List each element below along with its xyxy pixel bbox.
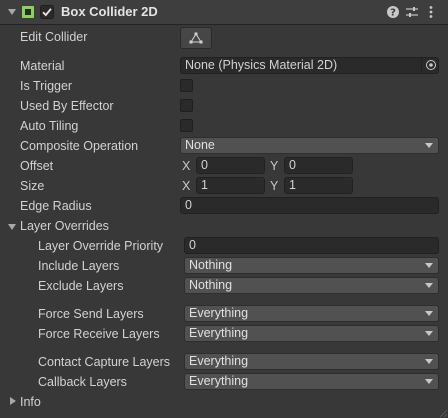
- edge-radius-label: Edge Radius: [20, 199, 92, 213]
- component-enabled-checkbox[interactable]: [40, 5, 54, 19]
- used-by-effector-label: Used By Effector: [20, 99, 114, 113]
- box-collider-icon: [22, 6, 34, 18]
- size-x-value: 1: [201, 178, 208, 192]
- exclude-layers-dropdown[interactable]: Nothing: [184, 277, 439, 294]
- material-value: None (Physics Material 2D): [185, 58, 338, 72]
- component-title: Box Collider 2D: [61, 4, 158, 19]
- composite-operation-value: None: [185, 138, 215, 152]
- edge-radius-value: 0: [185, 198, 192, 212]
- inspector-panel: Box Collider 2D ? Edit Collider Material: [0, 0, 448, 418]
- auto-tiling-checkbox[interactable]: [180, 119, 193, 132]
- contact-capture-layers-value: Everything: [189, 354, 249, 368]
- force-send-layers-dropdown[interactable]: Everything: [184, 305, 439, 322]
- size-y-label: Y: [270, 179, 279, 193]
- include-layers-label: Include Layers: [38, 259, 120, 273]
- force-send-layers-value: Everything: [189, 306, 249, 320]
- layer-override-priority-field[interactable]: 0: [184, 237, 439, 254]
- material-field[interactable]: None (Physics Material 2D): [180, 57, 439, 74]
- callback-layers-value: Everything: [189, 374, 249, 388]
- target-icon: [426, 60, 436, 70]
- dropdown-arrow-icon: [425, 359, 433, 364]
- offset-y-field[interactable]: 0: [284, 157, 353, 174]
- dropdown-arrow-icon: [425, 283, 433, 288]
- offset-x-label: X: [182, 159, 191, 173]
- force-receive-layers-value: Everything: [189, 326, 249, 340]
- contact-capture-layers-dropdown[interactable]: Everything: [184, 353, 439, 370]
- dropdown-arrow-icon: [425, 379, 433, 384]
- composite-operation-dropdown[interactable]: None: [180, 137, 439, 154]
- material-label: Material: [20, 59, 65, 73]
- used-by-effector-checkbox[interactable]: [180, 99, 193, 112]
- exclude-layers-label: Exclude Layers: [38, 279, 124, 293]
- force-send-layers-label: Force Send Layers: [38, 307, 144, 321]
- composite-operation-label: Composite Operation: [20, 139, 139, 153]
- svg-text:?: ?: [390, 8, 396, 19]
- help-icon[interactable]: ?: [386, 5, 400, 19]
- offset-y-value: 0: [289, 158, 296, 172]
- auto-tiling-label: Auto Tiling: [20, 119, 79, 133]
- edit-collider-icon: [189, 32, 203, 44]
- info-foldout-icon[interactable]: [10, 397, 16, 405]
- dropdown-arrow-icon: [425, 263, 433, 268]
- component-header[interactable]: Box Collider 2D ?: [0, 0, 448, 25]
- kebab-menu-icon[interactable]: [426, 5, 436, 19]
- is-trigger-label: Is Trigger: [20, 79, 73, 93]
- size-x-label: X: [182, 179, 191, 193]
- offset-label: Offset: [20, 159, 54, 173]
- include-layers-value: Nothing: [189, 258, 233, 272]
- include-layers-dropdown[interactable]: Nothing: [184, 257, 439, 274]
- dropdown-arrow-icon: [425, 143, 433, 148]
- resize-grip-icon[interactable]: [438, 408, 448, 418]
- contact-capture-layers-label: Contact Capture Layers: [38, 355, 171, 369]
- offset-x-field[interactable]: 0: [196, 157, 265, 174]
- size-y-value: 1: [289, 178, 296, 192]
- layer-overrides-foldout-icon[interactable]: [8, 224, 16, 230]
- callback-layers-dropdown[interactable]: Everything: [184, 373, 439, 390]
- size-y-field[interactable]: 1: [284, 177, 353, 194]
- size-x-field[interactable]: 1: [196, 177, 265, 194]
- dropdown-arrow-icon: [425, 311, 433, 316]
- edge-radius-field[interactable]: 0: [180, 197, 439, 214]
- size-label: Size: [20, 179, 45, 193]
- object-picker-button[interactable]: [421, 57, 439, 74]
- exclude-layers-value: Nothing: [189, 278, 233, 292]
- dropdown-arrow-icon: [425, 331, 433, 336]
- offset-x-value: 0: [201, 158, 208, 172]
- force-receive-layers-dropdown[interactable]: Everything: [184, 325, 439, 342]
- component-foldout-icon[interactable]: [8, 9, 16, 15]
- layer-override-priority-value: 0: [189, 238, 196, 252]
- layer-overrides-label[interactable]: Layer Overrides: [20, 218, 109, 234]
- force-receive-layers-label: Force Receive Layers: [38, 327, 160, 341]
- edit-collider-label: Edit Collider: [20, 30, 88, 44]
- info-label[interactable]: Info: [20, 394, 41, 410]
- layer-override-priority-label: Layer Override Priority: [38, 239, 164, 253]
- offset-y-label: Y: [270, 159, 279, 173]
- sliders-icon[interactable]: [405, 5, 419, 19]
- edit-collider-button[interactable]: [180, 27, 212, 49]
- is-trigger-checkbox[interactable]: [180, 79, 193, 92]
- callback-layers-label: Callback Layers: [38, 375, 127, 389]
